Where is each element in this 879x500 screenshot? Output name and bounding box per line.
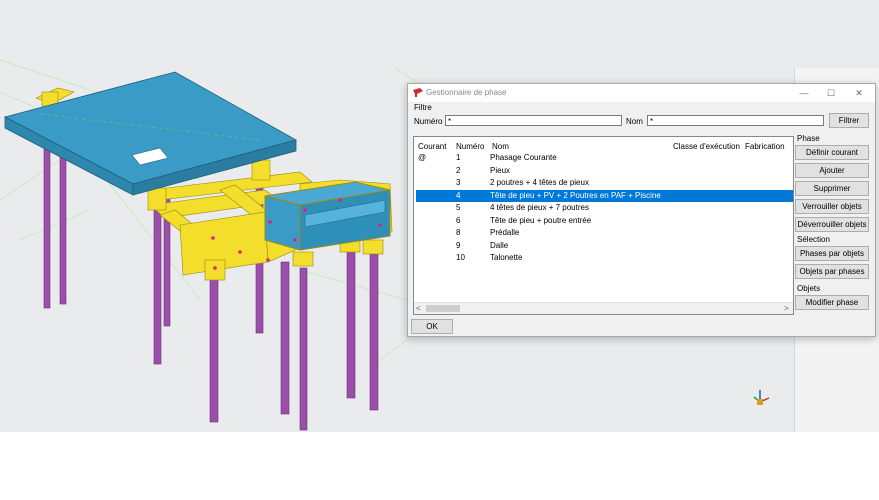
nom-label: Nom [626, 117, 643, 126]
cell-nom: Talonette [490, 253, 523, 262]
unlock-objects-button[interactable]: Déverrouiller objets [795, 217, 869, 232]
numero-label: Numéro [414, 117, 443, 126]
filter-group-label: Filtre [414, 103, 432, 112]
cell-nom: Pieux [490, 165, 511, 175]
column-header-classe[interactable]: Classe d'exécution [673, 142, 740, 151]
nom-filter-input[interactable]: * [647, 115, 824, 126]
cell-numero: 2 [456, 165, 461, 175]
scrollbar-thumb[interactable] [426, 305, 460, 312]
phase-row[interactable]: @1 Phasage Courante [416, 152, 793, 164]
selection-group-label: Sélection [797, 235, 830, 244]
cell-numero: 6 [456, 215, 461, 225]
ok-button[interactable]: OK [411, 319, 453, 334]
phase-list[interactable]: Courant Numéro Nom Classe d'exécution Fa… [413, 136, 794, 315]
objets-group-label: Objets [797, 284, 821, 293]
cell-nom: 2 poutres + 4 têtes de pieux [490, 178, 589, 187]
cell-nom: Prédalle [490, 228, 520, 237]
cell-courant: @ [418, 153, 427, 162]
filter-button[interactable]: Filtrer [829, 113, 869, 128]
phases-by-objects-button[interactable]: Phases par objets [795, 246, 869, 261]
delete-button[interactable]: Supprimer [795, 181, 869, 196]
dialog-title: Gestionnaire de phase [426, 88, 507, 97]
column-header-nom[interactable]: Nom [492, 142, 509, 151]
cell-numero: 1 [456, 153, 461, 162]
scroll-left-arrow[interactable]: < [416, 303, 421, 314]
define-current-button[interactable]: Définir courant [795, 145, 869, 160]
cell-numero: 10 [456, 253, 465, 262]
phase-row[interactable]: 10 Talonette [416, 252, 793, 264]
tekla-app-icon [413, 88, 423, 97]
cell-numero: 4 [456, 190, 461, 200]
cell-nom: Tête de pieu + poutre entrée [490, 215, 592, 225]
phase-row[interactable]: 2 Pieux [416, 165, 793, 177]
column-header-courant[interactable]: Courant [418, 142, 446, 151]
cell-numero: 5 [456, 203, 461, 212]
add-button[interactable]: Ajouter [795, 163, 869, 178]
horizontal-scrollbar[interactable]: < > [414, 302, 793, 314]
dialog-titlebar: Gestionnaire de phase — ☐ ✕ [408, 84, 875, 102]
cell-nom: 4 têtes de pieux + 7 poutres [490, 203, 589, 212]
phase-row[interactable]: 3 2 poutres + 4 têtes de pieux [416, 177, 793, 189]
cell-nom: Phasage Courante [490, 153, 557, 162]
column-header-fabrication[interactable]: Fabrication [745, 142, 785, 151]
phase-manager-dialog: Gestionnaire de phase — ☐ ✕ Filtre Numér… [407, 83, 876, 337]
phase-row[interactable]: 4 Tête de pieu + PV + 2 Poutres en PAF + … [416, 189, 793, 202]
column-header-numero[interactable]: Numéro [456, 142, 484, 151]
phase-row[interactable]: 8 Prédalle [416, 227, 793, 239]
scroll-right-arrow[interactable]: > [784, 303, 789, 314]
lock-objects-button[interactable]: Verrouiller objets [795, 199, 869, 214]
axis-gizmo-icon [753, 390, 770, 405]
maximize-button[interactable]: ☐ [819, 86, 843, 100]
numero-filter-input[interactable]: * [445, 115, 622, 126]
modify-phase-button[interactable]: Modifier phase [795, 295, 869, 310]
cell-numero: 9 [456, 240, 461, 250]
minimize-button[interactable]: — [792, 86, 816, 100]
objects-by-phases-button[interactable]: Objets par phases [795, 264, 869, 279]
phase-row[interactable]: 6 Tête de pieu + poutre entrée [416, 215, 793, 227]
phase-row[interactable]: 5 4 têtes de pieux + 7 poutres [416, 202, 793, 214]
close-button[interactable]: ✕ [847, 86, 871, 100]
cell-nom: Dalle [490, 240, 509, 250]
cell-numero: 8 [456, 228, 461, 237]
cell-nom: Tête de pieu + PV + 2 Poutres en PAF + P… [490, 190, 661, 200]
phase-group-label: Phase [797, 134, 820, 143]
phase-row[interactable]: 9 Dalle [416, 240, 793, 252]
cell-numero: 3 [456, 178, 461, 187]
